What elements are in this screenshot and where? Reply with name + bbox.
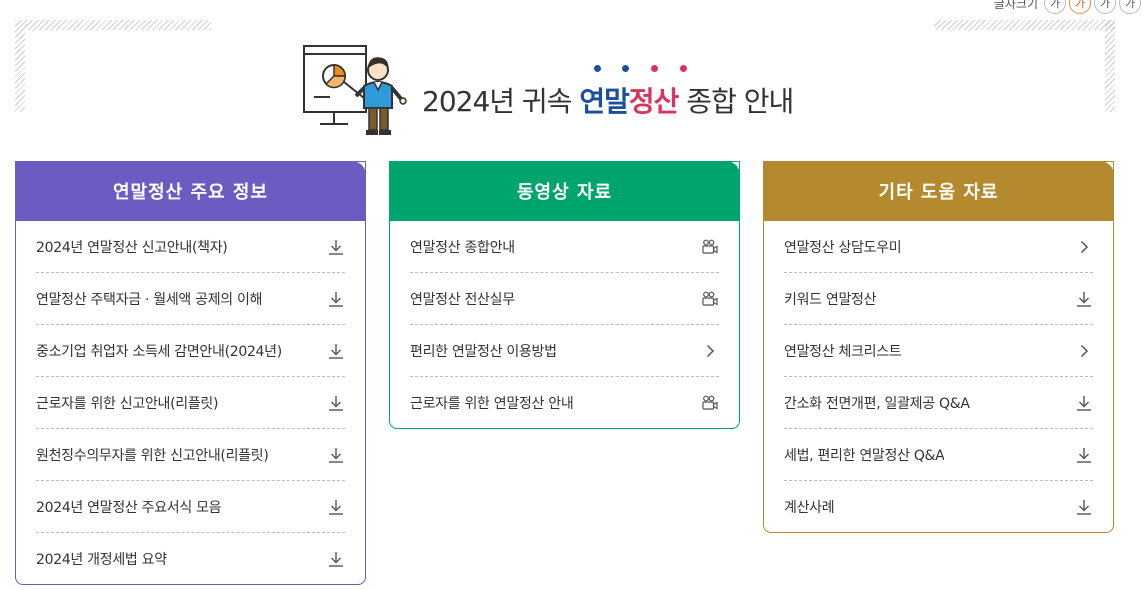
list-item[interactable]: 연말정산 종합안내 — [410, 221, 719, 273]
list-item[interactable]: 연말정산 전산실무 — [410, 273, 719, 325]
frame-left — [15, 20, 25, 112]
list-item-label: 간소화 전면개편, 일괄제공 Q&A — [784, 395, 970, 412]
panel-main-info-list: 2024년 연말정산 신고안내(책자) 연말정산 주택자금 · 월세액 공제의 이… — [16, 221, 365, 584]
list-item-label: 근로자를 위한 연말정산 안내 — [410, 395, 574, 412]
panel-main-info-title: 연말정산 주요 정보 — [15, 161, 366, 221]
list-item[interactable]: 근로자를 위한 신고안내(리플릿) — [36, 377, 345, 429]
chevron-right-icon[interactable] — [1075, 238, 1093, 256]
video-camera-icon[interactable] — [701, 238, 719, 256]
list-item[interactable]: 중소기업 취업자 소득세 감면안내(2024년) — [36, 325, 345, 377]
list-item-label: 편리한 연말정산 이용방법 — [410, 343, 557, 360]
font-size-label: 글자크기 — [993, 0, 1038, 11]
list-item-label: 계산사례 — [784, 499, 835, 516]
list-item-label: 세법, 편리한 연말정산 Q&A — [784, 447, 945, 464]
list-item[interactable]: 계산사례 — [784, 481, 1093, 532]
title-dot-3 — [651, 65, 658, 72]
download-icon[interactable] — [1075, 394, 1093, 412]
chevron-right-icon[interactable] — [1075, 342, 1093, 360]
panel-video-list: 연말정산 종합안내연말정산 전산실무편리한 연말정산 이용방법근로자를 위한 연… — [390, 221, 739, 428]
title-highlight-red: 정산 — [628, 85, 680, 118]
list-item[interactable]: 키워드 연말정산 — [784, 273, 1093, 325]
font-size-control: 글자크기 가 가 가 가 — [994, 0, 1141, 14]
font-size-normal-button[interactable]: 가 — [1069, 0, 1091, 14]
download-icon[interactable] — [327, 550, 345, 568]
list-item-label: 연말정산 전산실무 — [410, 291, 515, 308]
list-item[interactable]: 원천징수의무자를 위한 신고안내(리플릿) — [36, 429, 345, 481]
list-item[interactable]: 연말정산 상담도우미 — [784, 221, 1093, 273]
list-item[interactable]: 연말정산 주택자금 · 월세액 공제의 이해 — [36, 273, 345, 325]
video-camera-icon[interactable] — [701, 290, 719, 308]
list-item[interactable]: 2024년 연말정산 신고안내(책자) — [36, 221, 345, 273]
panel-other-help: 기타 도움 자료 연말정산 상담도우미키워드 연말정산연말정산 체크리스트간소화… — [763, 161, 1114, 533]
list-item-label: 원천징수의무자를 위한 신고안내(리플릿) — [36, 447, 269, 464]
chevron-right-icon[interactable] — [701, 342, 719, 360]
list-item[interactable]: 간소화 전면개편, 일괄제공 Q&A — [784, 377, 1093, 429]
list-item-label: 연말정산 상담도우미 — [784, 239, 902, 256]
list-item-label: 연말정산 주택자금 · 월세액 공제의 이해 — [36, 291, 263, 308]
download-icon[interactable] — [1075, 446, 1093, 464]
list-item-label: 연말정산 종합안내 — [410, 239, 515, 256]
frame-top-right — [934, 20, 1115, 30]
title-suffix: 종합 안내 — [678, 85, 794, 118]
presenter-illustration — [303, 45, 407, 135]
font-size-increase-button[interactable]: 가 — [1094, 0, 1116, 14]
panel-other-help-list: 연말정산 상담도우미키워드 연말정산연말정산 체크리스트간소화 전면개편, 일괄… — [764, 221, 1113, 532]
font-size-large-button[interactable]: 가 — [1119, 0, 1141, 14]
title-dot-4 — [680, 65, 687, 72]
list-item-label: 연말정산 체크리스트 — [784, 343, 902, 360]
list-item[interactable]: 2024년 연말정산 주요서식 모음 — [36, 481, 345, 533]
frame-right — [1105, 20, 1115, 112]
list-item[interactable]: 2024년 개정세법 요약 — [36, 533, 345, 584]
download-icon[interactable] — [327, 446, 345, 464]
download-icon[interactable] — [327, 290, 345, 308]
video-camera-icon[interactable] — [701, 394, 719, 412]
panel-video: 동영상 자료 연말정산 종합안내연말정산 전산실무편리한 연말정산 이용방법근로… — [389, 161, 740, 429]
panel-video-title: 동영상 자료 — [389, 161, 740, 221]
download-icon[interactable] — [327, 394, 345, 412]
font-size-reset-button[interactable]: 가 — [1044, 0, 1066, 14]
download-icon[interactable] — [1075, 498, 1093, 516]
page-title: 2024년 귀속 연말정산 종합 안내 — [422, 80, 794, 120]
list-item[interactable]: 연말정산 체크리스트 — [784, 325, 1093, 377]
panel-other-help-title: 기타 도움 자료 — [763, 161, 1114, 221]
list-item[interactable]: 편리한 연말정산 이용방법 — [410, 325, 719, 377]
list-item-label: 중소기업 취업자 소득세 감면안내(2024년) — [36, 343, 282, 360]
list-item-label: 2024년 연말정산 주요서식 모음 — [36, 499, 222, 516]
list-item-label: 2024년 연말정산 신고안내(책자) — [36, 239, 228, 256]
title-dot-2 — [622, 65, 629, 72]
download-icon[interactable] — [1075, 290, 1093, 308]
title-highlight-blue: 연말 — [579, 85, 630, 118]
title-prefix: 2024년 귀속 — [422, 85, 580, 118]
frame-top-left — [15, 20, 211, 30]
list-item[interactable]: 근로자를 위한 연말정산 안내 — [410, 377, 719, 428]
list-item[interactable]: 세법, 편리한 연말정산 Q&A — [784, 429, 1093, 481]
title-dot-1 — [594, 65, 601, 72]
download-icon[interactable] — [327, 498, 345, 516]
list-item-label: 근로자를 위한 신고안내(리플릿) — [36, 395, 219, 412]
list-item-label: 키워드 연말정산 — [784, 291, 877, 308]
list-item-label: 2024년 개정세법 요약 — [36, 551, 167, 568]
download-icon[interactable] — [327, 238, 345, 256]
download-icon[interactable] — [327, 342, 345, 360]
panel-main-info: 연말정산 주요 정보 2024년 연말정산 신고안내(책자) 연말정산 주택자금 … — [15, 161, 366, 585]
